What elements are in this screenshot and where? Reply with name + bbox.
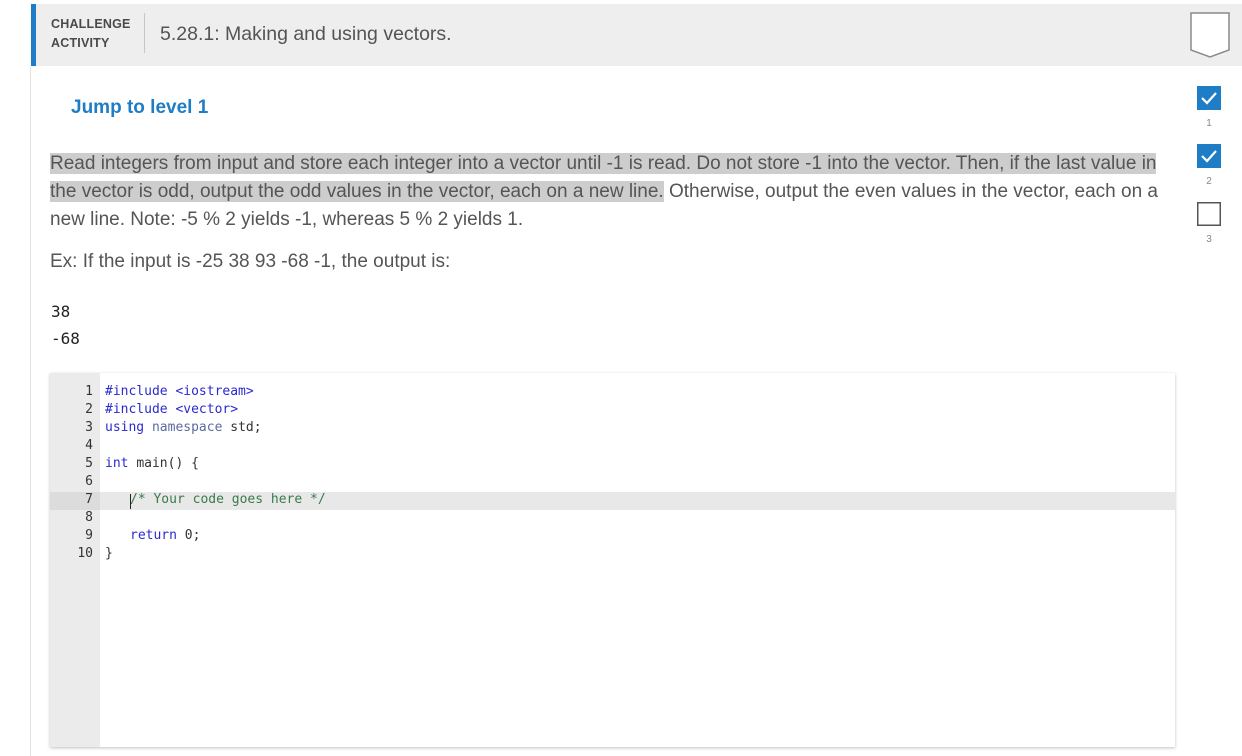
- line-number: 6: [85, 474, 93, 489]
- code-keyword: return: [130, 528, 177, 543]
- code-text: return 0;: [130, 527, 200, 545]
- challenge-activity-label: CHALLENGE ACTIVITY: [51, 15, 131, 53]
- code-keyword: namespace: [151, 420, 223, 435]
- line-number: 9: [85, 528, 93, 543]
- level-number: 3: [1206, 234, 1212, 245]
- code-comment: /* Your code goes here */: [130, 492, 326, 507]
- code-keyword: using: [105, 420, 145, 435]
- activity-title: 5.28.1: Making and using vectors.: [160, 23, 452, 45]
- code-line[interactable]: 3 using namespace std;: [50, 419, 261, 437]
- line-number: 2: [85, 402, 93, 417]
- code-text: }: [105, 546, 113, 561]
- empty-box-icon: [1197, 202, 1221, 226]
- problem-statement: Read integers from input and store each …: [50, 150, 1175, 234]
- code-text: int main() {: [105, 455, 199, 473]
- output-line: 38: [51, 302, 71, 321]
- level-indicator-2[interactable]: 2: [1196, 144, 1222, 187]
- code-token: main() {: [136, 456, 199, 471]
- example-text: Ex: If the input is -25 38 93 -68 -1, th…: [50, 251, 451, 272]
- line-number: 8: [85, 510, 93, 525]
- code-line[interactable]: 5 int main() {: [50, 455, 199, 473]
- checkmark-icon: [1197, 86, 1221, 110]
- page-left-border: [30, 66, 31, 756]
- code-line[interactable]: 4: [50, 437, 93, 455]
- challenge-label-line2: ACTIVITY: [51, 36, 110, 50]
- code-keyword: int: [105, 456, 129, 471]
- header-divider: [144, 13, 145, 53]
- output-line: -68: [51, 329, 80, 348]
- line-number: 4: [85, 438, 93, 453]
- checkmark-icon: [1197, 144, 1221, 168]
- level-indicator-1[interactable]: 1: [1196, 86, 1222, 129]
- code-token: std;: [230, 420, 262, 435]
- level-number: 1: [1206, 118, 1212, 129]
- code-line[interactable]: 8: [50, 509, 93, 527]
- code-text: #include <iostream>: [105, 384, 254, 399]
- code-text: #include <vector>: [105, 402, 239, 417]
- line-number: 3: [85, 420, 93, 435]
- challenge-label-line1: CHALLENGE: [51, 17, 131, 31]
- line-number: 1: [85, 384, 93, 399]
- code-area[interactable]: 1 #include <iostream> 2 #include <vector> …: [50, 383, 326, 563]
- level-number: 2: [1206, 176, 1212, 187]
- code-line[interactable]: 6: [50, 473, 93, 491]
- code-line[interactable]: 7 /* Your code goes here */: [50, 491, 326, 509]
- completion-badge-icon: [1190, 12, 1230, 58]
- line-number: 5: [85, 456, 93, 471]
- code-line[interactable]: 10}: [50, 545, 112, 563]
- line-number: 10: [77, 546, 93, 561]
- code-line[interactable]: 9 return 0;: [50, 527, 200, 545]
- level-indicator-3[interactable]: 3: [1196, 202, 1222, 245]
- jump-to-level-link[interactable]: Jump to level 1: [71, 97, 208, 119]
- code-text: using namespace std;: [105, 419, 262, 437]
- text-cursor: [130, 494, 131, 509]
- code-token: 0;: [184, 528, 201, 543]
- challenge-header: CHALLENGE ACTIVITY 5.28.1: Making and us…: [31, 4, 1242, 66]
- code-editor[interactable]: 1 #include <iostream> 2 #include <vector> …: [50, 373, 1175, 747]
- expected-output: 38 -68: [51, 298, 80, 352]
- code-line[interactable]: 1 #include <iostream>: [50, 383, 254, 401]
- line-number: 7: [85, 492, 93, 507]
- code-line[interactable]: 2 #include <vector>: [50, 401, 238, 419]
